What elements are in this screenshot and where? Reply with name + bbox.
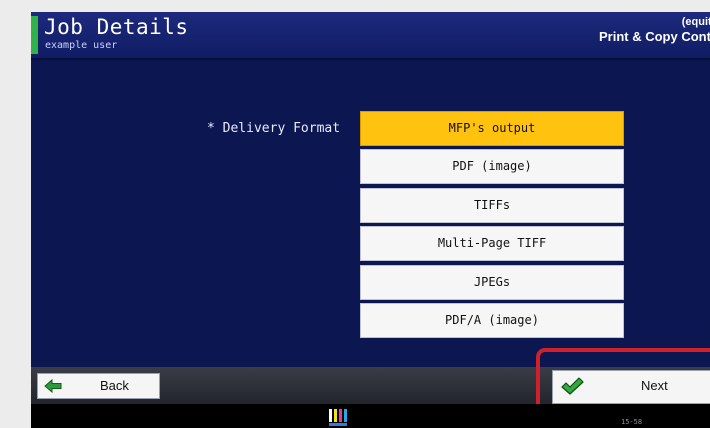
delivery-format-options: MFP's output PDF (image) TIFFs Multi-Pag… [360,111,624,341]
checkmark-icon [561,377,584,395]
delivery-format-label: * Delivery Format [207,121,341,136]
status-code: 15-58 [621,418,643,426]
option-tiffs[interactable]: TIFFs [360,187,624,223]
brand-name: (equitr [681,16,710,28]
product-name: Print & Copy Contr [599,29,710,44]
toner-level-icon [329,409,347,426]
next-button[interactable]: Next [552,370,710,404]
back-button[interactable]: Back [37,373,160,399]
brand-logo: (equitr Print & Copy Contr [516,16,710,45]
status-footer: 15-58 [31,404,710,428]
option-pdfa-image[interactable]: PDF/A (image) [360,302,624,338]
option-multi-page-tiff[interactable]: Multi-Page TIFF [360,226,624,262]
header-bar: Job Details example user (equitr Print &… [31,12,710,60]
option-mfps-output[interactable]: MFP's output [360,111,624,146]
job-details-panel: Job Details example user (equitr Print &… [31,12,710,428]
user-name: example user [45,40,118,51]
next-button-label: Next [641,378,668,393]
header-accent [31,16,38,54]
back-button-label: Back [100,378,129,393]
page-title: Job Details [44,15,189,39]
arrow-left-icon [44,379,62,393]
option-jpegs[interactable]: JPEGs [360,264,624,300]
option-pdf-image[interactable]: PDF (image) [360,149,624,185]
